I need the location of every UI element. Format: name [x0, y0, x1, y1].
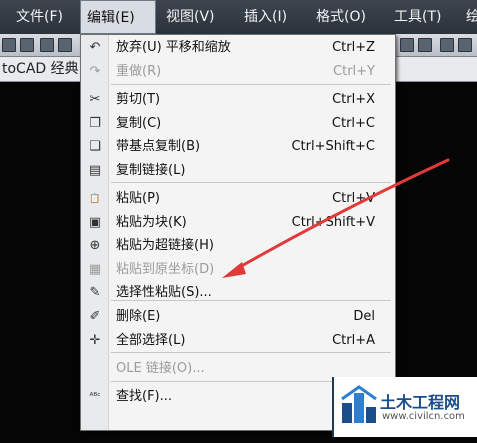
copy-basepoint-icon: ❏: [89, 139, 101, 154]
edit-menu-item[interactable]: ✂ 剪切(T) Ctrl+X: [81, 88, 395, 112]
preview-icon[interactable]: [58, 38, 72, 52]
watermark-logo: 土木工程网 www.civilcn.com: [332, 377, 477, 437]
menu-separator: [111, 182, 391, 183]
menu-draw[interactable]: 绘: [460, 0, 477, 34]
find-icon: ᴬᴮᶜ: [89, 392, 101, 402]
edit-menu-item-label: 复制链接(L): [116, 162, 186, 178]
edit-menu-item[interactable]: ✛ 全部选择(L) Ctrl+A: [81, 329, 395, 353]
scissors-icon: ✂: [89, 92, 101, 107]
menu-insert[interactable]: 插入(I): [238, 0, 293, 34]
paste-special-icon: ✎: [89, 285, 101, 300]
edit-menu-item[interactable]: ↶ 放弃(U) 平移和缩放 Ctrl+Z: [81, 36, 395, 60]
menu-format[interactable]: 格式(O): [310, 0, 372, 34]
edit-menu-item[interactable]: ❐ 复制(C) Ctrl+C: [81, 112, 395, 136]
edit-menu-item-shortcut: Ctrl+Shift+C: [291, 139, 375, 154]
edit-menu-item-label: 粘贴到原坐标(D): [116, 261, 215, 277]
edit-menu-item-shortcut: Ctrl+Shift+V: [291, 214, 375, 230]
edit-menu-item[interactable]: ✐ 删除(E) Del: [81, 305, 395, 329]
edit-menu-item-label: 复制(C): [116, 115, 162, 131]
menu-edit[interactable]: 编辑(E): [80, 0, 156, 34]
edit-menu-item-label: 粘贴为块(K): [116, 214, 187, 230]
print-icon[interactable]: [40, 38, 54, 52]
edit-menu-item-shortcut: Del: [353, 309, 375, 324]
save-icon[interactable]: [20, 38, 34, 52]
zoom-window-icon[interactable]: [418, 38, 432, 52]
properties-icon[interactable]: [440, 38, 454, 52]
edit-menu-item-label: 带基点复制(B): [116, 139, 201, 154]
zoom-icon[interactable]: [400, 38, 414, 52]
edit-menu-item-shortcut: Ctrl+X: [332, 92, 375, 107]
paste-block-icon: ▣: [88, 214, 102, 230]
edit-menu-item-shortcut: Ctrl+C: [331, 115, 375, 131]
edit-menu-item-label: 剪切(T): [116, 92, 161, 107]
edit-menu-item-shortcut: Ctrl+Y: [333, 63, 375, 79]
menu-separator: [111, 352, 391, 353]
menu-separator: [111, 84, 391, 85]
edit-menu-item[interactable]: ▣ 粘贴为块(K) Ctrl+Shift+V: [81, 211, 395, 235]
copy-link-icon: ▤: [88, 162, 102, 178]
copy-icon: ❐: [89, 115, 101, 131]
edit-menu-item[interactable]: ▤ 复制链接(L): [81, 159, 395, 183]
edit-menu-item: ↷ 重做(R) Ctrl+Y: [81, 60, 395, 84]
paste-hyperlink-icon: ⊕: [89, 238, 101, 253]
new-icon[interactable]: [2, 38, 16, 52]
paste-icon: 📋: [89, 194, 101, 204]
edit-menu-item-label: 删除(E): [116, 309, 161, 324]
watermark-title: 土木工程网: [380, 393, 461, 412]
edit-menu-item[interactable]: ⊕ 粘贴为超链接(H): [81, 234, 395, 258]
edit-menu-item-label: 重做(R): [116, 63, 162, 79]
design-center-icon[interactable]: [458, 38, 472, 52]
undo-icon: ↶: [89, 40, 101, 55]
paste-original-coords-icon: ▦: [88, 261, 102, 277]
workspace-tab[interactable]: toCAD 经典: [0, 57, 79, 81]
edit-menu-item-label: OLE 链接(O)...: [116, 361, 205, 376]
civilcn-logo-icon: [341, 385, 377, 423]
edit-menu-item[interactable]: 📋 粘贴(P) Ctrl+V: [81, 187, 395, 211]
edit-menu-item-label: 粘贴为超链接(H): [116, 238, 214, 253]
edit-menu-item-label: 查找(F)...: [116, 389, 173, 404]
edit-menu-item-label: 放弃(U) 平移和缩放: [116, 40, 231, 55]
watermark-url: www.civilcn.com: [382, 411, 465, 422]
edit-menu-item[interactable]: ❏ 带基点复制(B) Ctrl+Shift+C: [81, 135, 395, 159]
redo-icon: ↷: [89, 63, 101, 79]
edit-menu-item-shortcut: Ctrl+A: [332, 332, 375, 348]
menu-view[interactable]: 视图(V): [160, 0, 221, 34]
menu-file[interactable]: 文件(F): [10, 0, 69, 34]
menu-tools[interactable]: 工具(T): [388, 0, 447, 34]
edit-menu-item: ▦ 粘贴到原坐标(D): [81, 258, 395, 282]
eraser-icon: ✐: [89, 309, 101, 324]
menu-bar: 文件(F) 编辑(E) 视图(V) 插入(I) 格式(O) 工具(T) 绘: [0, 0, 477, 35]
edit-menu-dropdown: ↶ 放弃(U) 平移和缩放 Ctrl+Z ↷ 重做(R) Ctrl+Y ✂ 剪切(T) Ctrl…: [80, 34, 396, 431]
edit-menu-item-label: 全部选择(L): [116, 332, 186, 348]
edit-menu-item-shortcut: Ctrl+Z: [332, 40, 375, 55]
edit-menu-item-label: 粘贴(P): [116, 191, 160, 206]
select-all-icon: ✛: [89, 332, 101, 348]
edit-menu-item-shortcut: Ctrl+V: [332, 191, 375, 206]
menu-separator: [111, 300, 391, 301]
